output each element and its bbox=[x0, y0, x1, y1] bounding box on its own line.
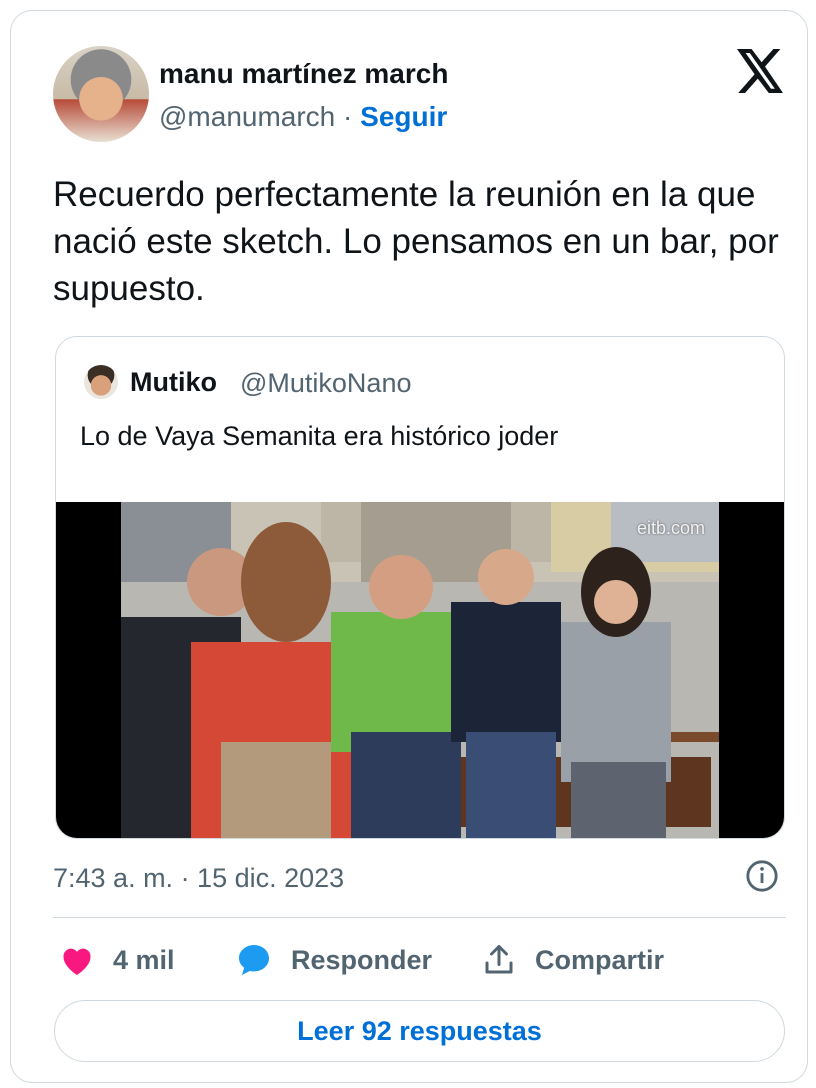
info-icon[interactable] bbox=[745, 859, 779, 893]
share-button[interactable]: Compartir bbox=[481, 937, 664, 983]
quoted-author-avatar bbox=[84, 365, 118, 399]
reply-label: Responder bbox=[291, 944, 433, 975]
quoted-tweet[interactable]: Mutiko @MutikoNano Lo de Vaya Semanita e… bbox=[55, 336, 785, 839]
video-frame: eitb.com bbox=[121, 502, 719, 838]
share-upload-icon bbox=[485, 945, 513, 974]
read-replies-button[interactable]: Leer 92 respuestas bbox=[54, 1000, 785, 1062]
reply-button[interactable]: Responder bbox=[235, 937, 432, 983]
author-handle-row: @manumarch · Seguir bbox=[159, 101, 447, 133]
like-button[interactable]: 4 mil bbox=[59, 937, 175, 983]
tweet-timestamp[interactable]: 7:43 a. m. · 15 dic. 2023 bbox=[53, 863, 344, 894]
author-handle[interactable]: @manumarch bbox=[159, 101, 335, 132]
handle-separator: · bbox=[343, 101, 353, 132]
author-name[interactable]: manu martínez march bbox=[159, 58, 448, 90]
video-scene-image bbox=[121, 502, 719, 838]
quoted-author-name: Mutiko bbox=[130, 367, 217, 397]
author-avatar[interactable] bbox=[53, 46, 149, 142]
follow-link[interactable]: Seguir bbox=[360, 101, 447, 132]
embedded-tweet-card: manu martínez march @manumarch · Seguir … bbox=[10, 10, 808, 1083]
quoted-tweet-text: Lo de Vaya Semanita era histórico joder bbox=[80, 421, 559, 451]
divider bbox=[53, 917, 786, 918]
video-player[interactable]: eitb.com bbox=[56, 502, 784, 838]
media-watermark: eitb.com bbox=[636, 518, 705, 538]
heart-icon bbox=[63, 948, 91, 975]
quoted-author-handle: @MutikoNano bbox=[240, 368, 412, 398]
x-logo-icon[interactable] bbox=[737, 49, 785, 93]
tweet-text: Recuerdo perfectamente la reunión en la … bbox=[53, 175, 779, 308]
like-count: 4 mil bbox=[113, 944, 175, 975]
share-label: Compartir bbox=[535, 944, 665, 975]
speech-bubble-icon bbox=[239, 945, 269, 975]
